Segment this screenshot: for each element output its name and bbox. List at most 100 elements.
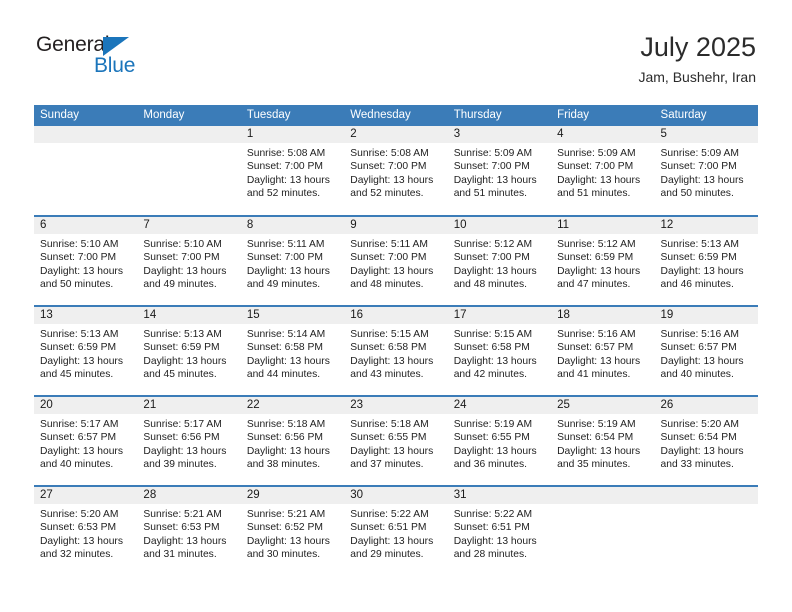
daylight-text-line2: and 48 minutes. [350,278,424,290]
sunrise-text: Sunrise: 5:16 AM [660,329,739,340]
calendar-day-cell[interactable]: 12 Sunrise: 5:13 AM Sunset: 6:59 PM Dayligh… [654,215,758,306]
day-sun-info: Sunrise: 5:09 AM Sunset: 7:00 PM Daylight:… [448,143,551,200]
daylight-text-line1: Daylight: 13 hours [660,174,744,186]
day-sun-info: Sunrise: 5:20 AM Sunset: 6:54 PM Daylight:… [655,414,758,471]
daylight-text-line1: Daylight: 13 hours [246,174,330,186]
calendar-day-cell[interactable]: 11 Sunrise: 5:12 AM Sunset: 6:59 PM Dayligh… [551,215,655,306]
day-sun-info: Sunrise: 5:17 AM Sunset: 6:56 PM Daylight:… [137,414,240,471]
sunrise-text: Sunrise: 5:08 AM [246,148,326,159]
calendar-day-cell[interactable]: 21 Sunrise: 5:17 AM Sunset: 6:56 PM Dayligh… [137,395,241,486]
weekday-header-saturday: Saturday [654,105,758,126]
calendar-day-cell[interactable]: 3 Sunrise: 5:09 AM Sunset: 7:00 PM Daylight… [447,126,552,216]
calendar-day-cell[interactable]: 29 Sunrise: 5:21 AM Sunset: 6:52 PM Dayligh… [240,485,345,576]
day-sun-info: Sunrise: 5:19 AM Sunset: 6:55 PM Daylight:… [448,414,551,471]
calendar-day-cell[interactable]: 26 Sunrise: 5:20 AM Sunset: 6:54 PM Dayligh… [654,395,758,486]
day-number: 28 [137,487,241,504]
day-number: 22 [240,397,345,414]
day-sun-info: Sunrise: 5:22 AM Sunset: 6:51 PM Daylight:… [448,504,551,561]
day-number: 9 [344,217,448,234]
calendar-week-row: 20 Sunrise: 5:17 AM Sunset: 6:57 PM Dayligh… [34,395,758,486]
daylight-text-line1: Daylight: 13 hours [557,355,641,367]
day-number: 1 [240,126,345,143]
calendar-day-cell[interactable]: 20 Sunrise: 5:17 AM Sunset: 6:57 PM Dayligh… [34,395,138,486]
sunset-text: Sunset: 6:51 PM [350,522,427,534]
day-sun-info: Sunrise: 5:08 AM Sunset: 7:00 PM Daylight:… [344,143,447,200]
daylight-text-line2: and 42 minutes. [453,368,527,380]
sunrise-text: Sunrise: 5:22 AM [453,509,533,520]
sunset-text: Sunset: 6:57 PM [40,432,117,444]
day-number: 30 [344,487,448,504]
calendar-day-cell[interactable]: 5 Sunrise: 5:09 AM Sunset: 7:00 PM Daylight… [654,126,758,216]
day-sun-info: Sunrise: 5:12 AM Sunset: 6:59 PM Daylight:… [551,234,654,291]
calendar-day-cell[interactable]: 27 Sunrise: 5:20 AM Sunset: 6:53 PM Dayligh… [34,485,138,576]
day-number [654,487,758,504]
sunset-text: Sunset: 6:59 PM [557,252,634,264]
day-number: 7 [137,217,241,234]
calendar-day-cell[interactable]: 16 Sunrise: 5:15 AM Sunset: 6:58 PM Dayligh… [344,305,448,396]
sunset-text: Sunset: 7:00 PM [350,252,427,264]
sunset-text: Sunset: 6:58 PM [246,342,323,354]
daylight-text-line1: Daylight: 13 hours [660,445,744,457]
day-number: 19 [654,307,758,324]
day-sun-info: Sunrise: 5:11 AM Sunset: 7:00 PM Daylight:… [241,234,344,291]
calendar-day-cell[interactable]: 9 Sunrise: 5:11 AM Sunset: 7:00 PM Daylight… [344,215,448,306]
daylight-text-line2: and 52 minutes. [246,187,321,199]
day-number: 27 [34,487,138,504]
calendar-day-cell[interactable]: 6 Sunrise: 5:10 AM Sunset: 7:00 PM Daylight… [34,215,138,306]
daylight-text-line2: and 29 minutes. [350,548,424,560]
weekday-header-thursday: Thursday [447,105,552,126]
day-number: 3 [447,126,552,143]
day-sun-info: Sunrise: 5:16 AM Sunset: 6:57 PM Daylight:… [655,324,758,381]
calendar-day-cell[interactable]: 31 Sunrise: 5:22 AM Sunset: 6:51 PM Dayligh… [447,485,552,576]
calendar-day-cell[interactable]: 10 Sunrise: 5:12 AM Sunset: 7:00 PM Dayligh… [447,215,552,306]
sunrise-text: Sunrise: 5:15 AM [453,329,533,340]
sunset-text: Sunset: 7:00 PM [350,161,427,173]
daylight-text-line1: Daylight: 13 hours [453,355,537,367]
sunrise-text: Sunrise: 5:13 AM [40,329,119,340]
daylight-text-line2: and 37 minutes. [350,458,424,470]
daylight-text-line2: and 38 minutes. [246,458,321,470]
calendar-day-cell[interactable]: 7 Sunrise: 5:10 AM Sunset: 7:00 PM Daylight… [137,215,241,306]
calendar-week-row: 1 Sunrise: 5:08 AM Sunset: 7:00 PM Daylight… [34,126,758,216]
calendar-day-cell[interactable]: 28 Sunrise: 5:21 AM Sunset: 6:53 PM Dayligh… [137,485,241,576]
daylight-text-line1: Daylight: 13 hours [246,265,330,277]
sunset-text: Sunset: 6:55 PM [350,432,427,444]
calendar-day-cell[interactable]: 30 Sunrise: 5:22 AM Sunset: 6:51 PM Dayligh… [344,485,448,576]
day-number [34,126,138,143]
day-number [551,487,655,504]
sunset-text: Sunset: 6:57 PM [660,342,737,354]
sunset-text: Sunset: 6:53 PM [143,522,220,534]
daylight-text-line2: and 45 minutes. [40,368,114,380]
calendar-day-cell[interactable]: 1 Sunrise: 5:08 AM Sunset: 7:00 PM Daylight… [240,126,345,216]
calendar-day-cell[interactable]: 8 Sunrise: 5:11 AM Sunset: 7:00 PM Daylight… [240,215,345,306]
calendar-day-cell[interactable]: 23 Sunrise: 5:18 AM Sunset: 6:55 PM Dayligh… [344,395,448,486]
daylight-text-line2: and 43 minutes. [350,368,424,380]
sunset-text: Sunset: 6:53 PM [40,522,117,534]
calendar-day-cell[interactable]: 4 Sunrise: 5:09 AM Sunset: 7:00 PM Daylight… [551,126,655,216]
calendar-day-cell[interactable]: 18 Sunrise: 5:16 AM Sunset: 6:57 PM Dayligh… [551,305,655,396]
sunrise-text: Sunrise: 5:18 AM [246,419,326,430]
day-number: 11 [551,217,655,234]
calendar-day-cell[interactable]: 19 Sunrise: 5:16 AM Sunset: 6:57 PM Dayligh… [654,305,758,396]
daylight-text-line1: Daylight: 13 hours [660,355,744,367]
calendar-day-cell[interactable]: 24 Sunrise: 5:19 AM Sunset: 6:55 PM Dayligh… [447,395,552,486]
weekday-header-wednesday: Wednesday [344,105,448,126]
sunset-text: Sunset: 7:00 PM [246,161,323,173]
calendar-day-cell[interactable]: 17 Sunrise: 5:15 AM Sunset: 6:58 PM Dayligh… [447,305,552,396]
calendar-day-cell[interactable]: 2 Sunrise: 5:08 AM Sunset: 7:00 PM Daylight… [344,126,448,216]
day-sun-info: Sunrise: 5:12 AM Sunset: 7:00 PM Daylight:… [448,234,551,291]
sunrise-text: Sunrise: 5:13 AM [660,239,739,250]
weekday-header-sunday: Sunday [34,105,138,126]
day-sun-info: Sunrise: 5:10 AM Sunset: 7:00 PM Daylight:… [137,234,240,291]
daylight-text-line2: and 40 minutes. [660,368,734,380]
calendar-day-cell[interactable]: 13 Sunrise: 5:13 AM Sunset: 6:59 PM Dayligh… [34,305,138,396]
page-title: July 2025 [640,32,756,62]
daylight-text-line2: and 33 minutes. [660,458,734,470]
calendar-day-cell[interactable]: 14 Sunrise: 5:13 AM Sunset: 6:59 PM Dayligh… [137,305,241,396]
calendar-day-cell[interactable]: 25 Sunrise: 5:19 AM Sunset: 6:54 PM Dayligh… [551,395,655,486]
calendar-day-cell[interactable]: 22 Sunrise: 5:18 AM Sunset: 6:56 PM Dayligh… [240,395,345,486]
calendar-day-cell[interactable]: 15 Sunrise: 5:14 AM Sunset: 6:58 PM Dayligh… [240,305,345,396]
daylight-text-line2: and 50 minutes. [660,187,734,199]
daylight-text-line1: Daylight: 13 hours [40,355,123,367]
day-number: 10 [447,217,552,234]
